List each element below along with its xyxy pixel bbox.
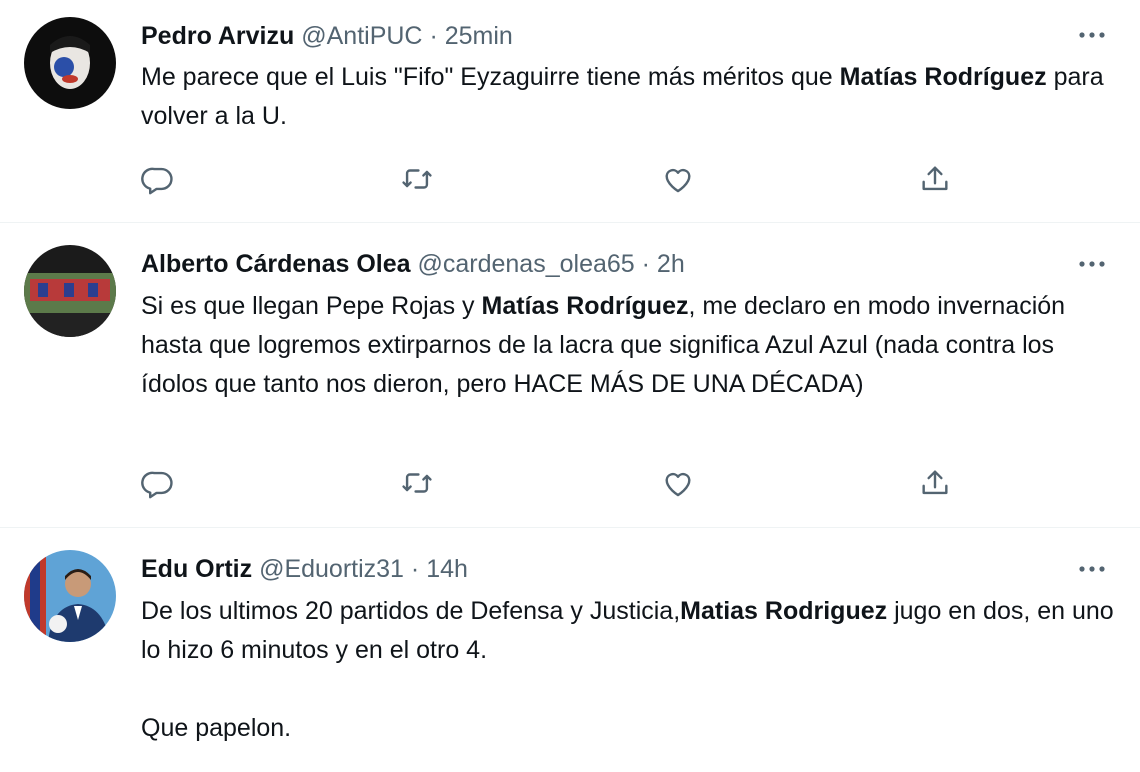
tweet-text: Me parece que el Luis "Fifo" Eyzaguirre … (141, 58, 1116, 136)
separator: · (410, 555, 420, 583)
display-name[interactable]: Alberto Cárdenas Olea (141, 250, 411, 278)
avatar[interactable] (24, 550, 116, 642)
tweet-text-segment: De los ultimos 20 partidos de Defensa y … (141, 597, 681, 625)
more-dots-icon[interactable] (1076, 25, 1108, 45)
heart-icon[interactable] (661, 466, 695, 500)
share-icon[interactable] (918, 466, 952, 500)
avatar[interactable] (24, 17, 116, 109)
tweet-header: Pedro Arvizu @AntiPUC · 25min (141, 20, 513, 52)
more-dots-icon[interactable] (1076, 559, 1108, 579)
reply-icon[interactable] (141, 466, 175, 500)
user-handle[interactable]: @AntiPUC (301, 22, 422, 50)
separator: · (641, 250, 650, 278)
tweet[interactable]: Edu Ortiz @Eduortiz31 · 14h De los ultim… (0, 528, 1140, 772)
display-name[interactable]: Pedro Arvizu (141, 22, 294, 50)
user-handle[interactable]: @cardenas_olea65 (417, 250, 634, 278)
retweet-icon[interactable] (400, 162, 434, 196)
tweet-header: Alberto Cárdenas Olea @cardenas_olea65 ·… (141, 248, 685, 280)
tweet-text-segment: Si es que llegan Pepe Rojas y (141, 292, 482, 320)
timestamp[interactable]: 14h (426, 555, 468, 583)
separator: · (429, 22, 438, 50)
tweet-text-paragraph: Que papelon. (141, 714, 292, 742)
tweet-text-bold: Matias Rodriguez (680, 597, 888, 625)
more-dots-icon[interactable] (1076, 254, 1108, 274)
user-handle[interactable]: @Eduortiz31 (259, 555, 404, 583)
display-name[interactable]: Edu Ortiz (141, 555, 252, 583)
tweet[interactable]: Alberto Cárdenas Olea @cardenas_olea65 ·… (0, 223, 1140, 527)
timestamp[interactable]: 2h (657, 250, 685, 278)
tweet-text-bold: Matías Rodríguez (481, 292, 689, 320)
tweet-text: De los ultimos 20 partidos de Defensa y … (141, 592, 1116, 748)
share-icon[interactable] (918, 162, 952, 196)
tweet-text-segment: Me parece que el Luis "Fifo" Eyzaguirre … (141, 63, 840, 91)
retweet-icon[interactable] (400, 466, 434, 500)
tweet-text: Si es que llegan Pepe Rojas y Matías Rod… (141, 287, 1116, 404)
avatar[interactable] (24, 245, 116, 337)
reply-icon[interactable] (141, 162, 175, 196)
timestamp[interactable]: 25min (445, 22, 513, 50)
tweet-text-bold: Matías Rodríguez (839, 63, 1047, 91)
heart-icon[interactable] (661, 162, 695, 196)
tweet-header: Edu Ortiz @Eduortiz31 · 14h (141, 553, 468, 585)
tweet[interactable]: Pedro Arvizu @AntiPUC · 25min Me parece … (0, 0, 1140, 222)
